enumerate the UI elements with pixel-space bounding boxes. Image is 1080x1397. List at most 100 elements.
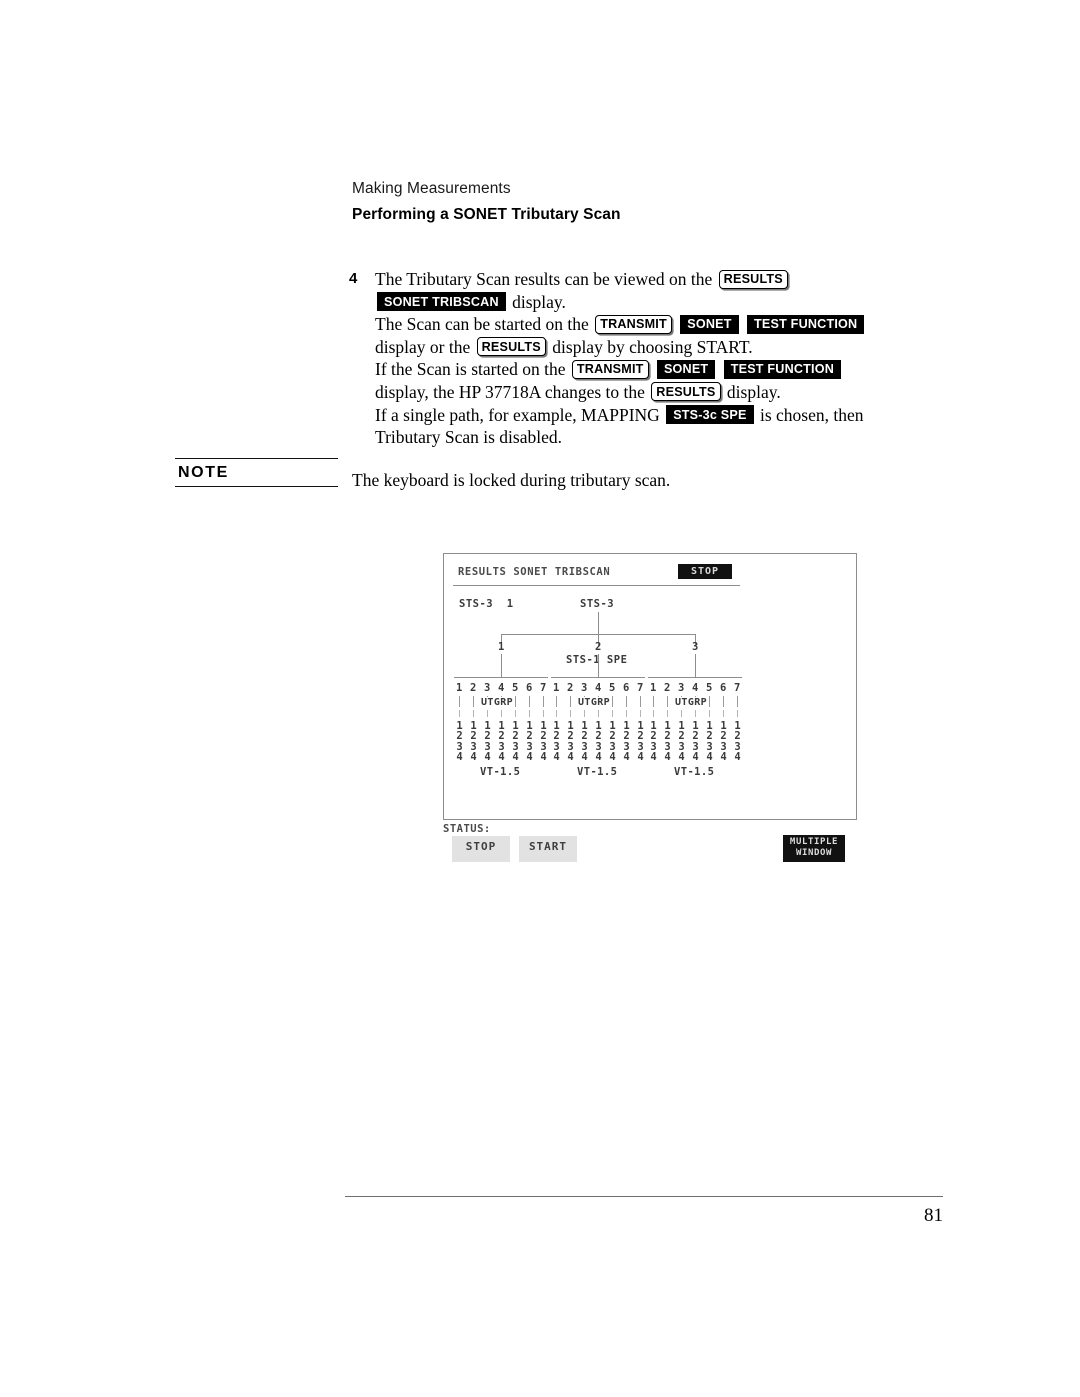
utgrp-subtick xyxy=(653,710,654,717)
utgrp-number: 6 xyxy=(623,682,630,694)
utgrp-number: 1 xyxy=(553,682,560,694)
utgrp-label: UTGRP xyxy=(577,697,612,708)
utgrp-subtick xyxy=(626,710,627,717)
step-text-line4a: display or the xyxy=(375,336,471,357)
utgrp-tick xyxy=(570,696,571,707)
step-text-line6b: display. xyxy=(726,381,781,402)
vt-digit-column: 1234 xyxy=(497,721,506,763)
key-sonet-tribscan[interactable]: SONET TRIBSCAN xyxy=(377,292,506,312)
utgrp-number: 6 xyxy=(526,682,533,694)
vt-digit: 4 xyxy=(553,751,560,764)
utgrp-tick xyxy=(723,696,724,707)
note-label: NOTE xyxy=(178,464,229,481)
softkey-start[interactable]: START xyxy=(519,836,577,862)
utgrp-number: 4 xyxy=(498,682,505,694)
vt-digit: 4 xyxy=(498,751,505,764)
footer-rule xyxy=(345,1196,943,1197)
vt-digit: 4 xyxy=(567,751,574,764)
vt-digit: 4 xyxy=(637,751,644,764)
utgrp-number: 2 xyxy=(567,682,574,694)
sts3-left-text: STS-3 xyxy=(459,598,494,610)
utgrp-subtick xyxy=(501,710,502,717)
document-page: Making Measurements Performing a SONET T… xyxy=(0,0,1080,1397)
utgrp-tick xyxy=(529,696,530,707)
key-sonet[interactable]: SONET xyxy=(680,314,739,334)
vt-label: VT-1.5 xyxy=(674,766,715,778)
utgrp-bus-1 xyxy=(454,677,548,678)
utgrp-group-3: 1 2 3 4 5 6 7 1 2 3 4 1 2 3 4 1 2 3 4 1 2 3 4 1 2 3 4 1 2 3 4 1 2 3 4 UTGRP… xyxy=(648,682,770,778)
step-body: The Tributary Scan results can be viewed… xyxy=(375,268,955,449)
vt-digit: 4 xyxy=(734,751,741,764)
sts3-left-label: STS-3 1 xyxy=(459,598,514,610)
utgrp-subtick xyxy=(515,710,516,717)
status-label: STATUS: xyxy=(443,823,491,835)
vt-digit-column: 1234 xyxy=(677,721,686,763)
key-sonet-2[interactable]: SONET xyxy=(656,359,716,379)
multiple-window-line1: MULTIPLE xyxy=(789,837,839,847)
utgrp-number: 7 xyxy=(637,682,644,694)
screen-stop-indicator: STOP xyxy=(678,564,733,579)
step-text-line4b: display by choosing START. xyxy=(552,336,753,357)
vt-label: VT-1.5 xyxy=(480,766,521,778)
sts3-left-index: 1 xyxy=(506,598,514,610)
utgrp-label: UTGRP xyxy=(480,697,515,708)
vt-digit-column: 1234 xyxy=(733,721,742,763)
key-test-function-2[interactable]: TEST FUNCTION xyxy=(723,359,842,379)
softkey-stop[interactable]: STOP xyxy=(452,836,510,862)
utgrp-number: 5 xyxy=(512,682,519,694)
key-transmit-2[interactable]: TRANSMIT xyxy=(571,359,649,379)
sts1-stem-3 xyxy=(695,654,696,677)
utgrp-subtick xyxy=(695,710,696,717)
utgrp-number: 4 xyxy=(595,682,602,694)
key-sts-3c-spe[interactable]: STS-3c SPE xyxy=(666,405,754,425)
vt-label: VT-1.5 xyxy=(577,766,618,778)
utgrp-number: 2 xyxy=(664,682,671,694)
utgrp-tick xyxy=(653,696,654,707)
utgrp-tick xyxy=(667,696,668,707)
utgrp-tick xyxy=(612,696,613,707)
note-rule-bottom xyxy=(175,486,338,487)
utgrp-label: UTGRP xyxy=(674,697,709,708)
note-block: NOTE xyxy=(175,458,338,487)
vt-digit: 4 xyxy=(623,751,630,764)
page-header-chapter: Making Measurements xyxy=(352,180,511,197)
key-test-function[interactable]: TEST FUNCTION xyxy=(747,314,865,334)
vt-digit-column: 1234 xyxy=(511,721,520,763)
utgrp-number: 4 xyxy=(692,682,699,694)
vt-digit: 4 xyxy=(512,751,519,764)
vt-digit: 4 xyxy=(692,751,699,764)
utgrp-bus-2 xyxy=(551,677,645,678)
step-text-line3: The Scan can be started on the xyxy=(375,314,589,335)
vt-digit-column: 1234 xyxy=(469,721,478,763)
vt-digit-column: 1234 xyxy=(691,721,700,763)
utgrp-subtick xyxy=(598,710,599,717)
multiple-window-button[interactable]: MULTIPLE WINDOW xyxy=(783,835,845,862)
utgrp-subtick xyxy=(723,710,724,717)
utgrp-subtick xyxy=(667,710,668,717)
vt-digit-column: 1234 xyxy=(705,721,714,763)
utgrp-tick xyxy=(737,696,738,707)
vt-digit-column: 1234 xyxy=(622,721,631,763)
utgrp-subtick xyxy=(709,710,710,717)
utgrp-subtick xyxy=(487,710,488,717)
utgrp-tick xyxy=(459,696,460,707)
key-results-2[interactable]: RESULTS xyxy=(476,337,546,357)
multiple-window-line2: WINDOW xyxy=(795,848,833,858)
step-text-line8: Tributary Scan is disabled. xyxy=(375,427,562,448)
vt-digit-column: 1234 xyxy=(525,721,534,763)
vt-digit: 4 xyxy=(540,751,547,764)
branch-label-1: 1 xyxy=(498,641,505,653)
utgrp-number: 3 xyxy=(484,682,491,694)
key-transmit[interactable]: TRANSMIT xyxy=(595,314,672,334)
utgrp-tick xyxy=(640,696,641,707)
page-number: 81 xyxy=(924,1205,943,1226)
utgrp-tick xyxy=(626,696,627,707)
step-text-line7a: If a single path, for example, MAPPING xyxy=(375,404,660,425)
utgrp-number: 3 xyxy=(678,682,685,694)
utgrp-number: 7 xyxy=(734,682,741,694)
step-text-line1: The Tributary Scan results can be viewed… xyxy=(375,269,713,289)
step-text-line7b: is chosen, then xyxy=(759,404,864,425)
key-results-3[interactable]: RESULTS xyxy=(651,382,721,402)
key-results[interactable]: RESULTS xyxy=(718,269,788,289)
utgrp-subtick xyxy=(640,710,641,717)
